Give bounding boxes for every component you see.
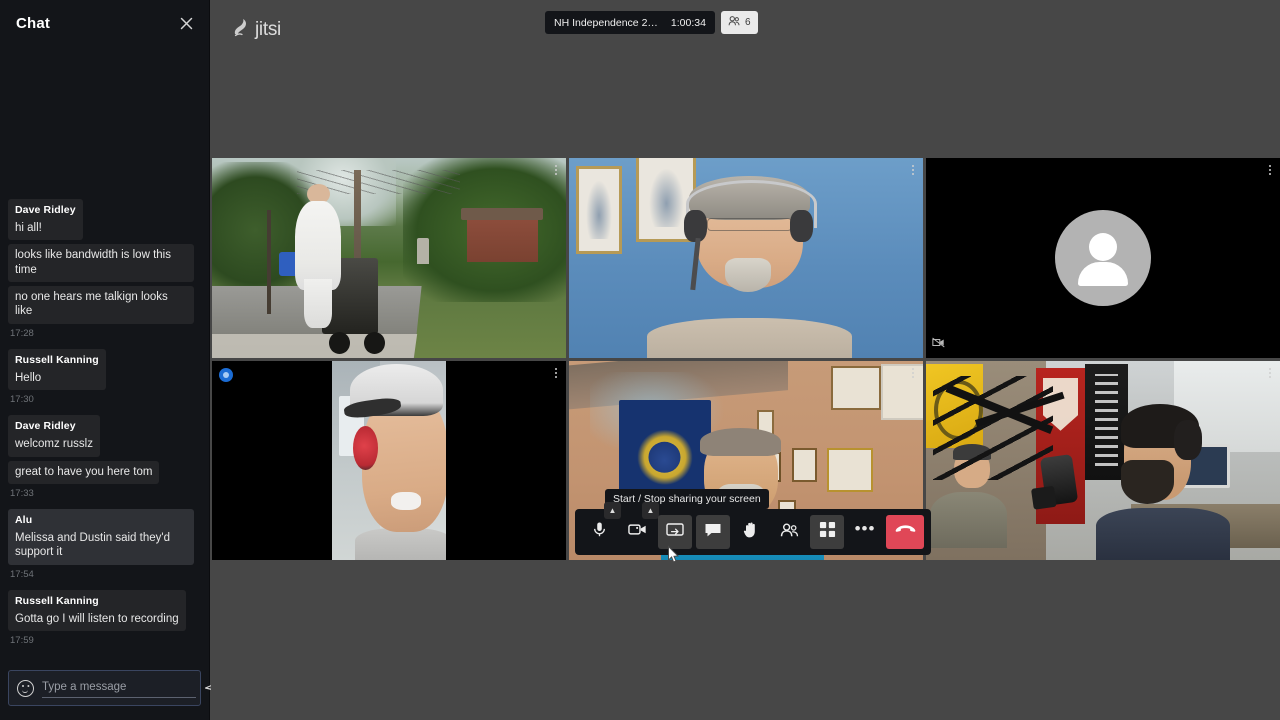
chat-message: Alu Melissa and Dustin said they'd suppor… bbox=[8, 508, 194, 565]
conference-stage: jitsi NH Independence 2… 1:00:34 6 Start… bbox=[211, 0, 1280, 720]
chat-message: no one hears me talkign looks like bbox=[8, 286, 194, 324]
raise-hand-button[interactable] bbox=[734, 515, 768, 549]
chat-message: Russell Kanning Hello bbox=[8, 348, 106, 391]
camera-off-icon bbox=[932, 335, 945, 353]
chat-input-box[interactable] bbox=[8, 670, 220, 706]
more-options-icon[interactable] bbox=[908, 163, 918, 177]
meeting-timer: 1:00:34 bbox=[670, 16, 706, 29]
chat-message-group: Russell Kanning Hello 17:30 bbox=[8, 348, 201, 408]
video-stream bbox=[212, 360, 566, 560]
chat-message-text: Gotta go I will listen to recording bbox=[15, 612, 179, 625]
chat-message-author: Dave Ridley bbox=[15, 203, 76, 216]
audio-settings-chevron-up-icon[interactable]: ▲ bbox=[604, 502, 621, 519]
chat-message: looks like bandwidth is low this time bbox=[8, 244, 194, 282]
video-stream bbox=[212, 158, 566, 358]
jitsi-brand-label: jitsi bbox=[255, 19, 281, 40]
more-options-icon[interactable] bbox=[1265, 163, 1275, 177]
emoji-icon[interactable] bbox=[17, 679, 34, 697]
chat-message-text: welcomz russlz bbox=[15, 438, 93, 451]
chat-message-author: Russell Kanning bbox=[15, 353, 99, 366]
chat-title: Chat bbox=[16, 14, 51, 32]
conference-toolbar: ▲ ▲ ••• bbox=[575, 502, 931, 555]
tile-view-icon bbox=[819, 521, 836, 543]
chat-message: great to have you here tom bbox=[8, 460, 160, 484]
hangup-icon bbox=[895, 523, 916, 541]
jitsi-meet-window: Chat Dave Ridley hi all! looks like bandwi… bbox=[0, 0, 1280, 720]
connection-indicator-icon[interactable] bbox=[219, 367, 233, 382]
jitsi-watermark[interactable]: jitsi bbox=[231, 17, 281, 43]
chat-message-timestamp: 17:59 bbox=[10, 635, 34, 646]
avatar bbox=[1055, 209, 1151, 306]
chat-message: Russell Kanning Gotta go I will listen to… bbox=[8, 589, 186, 631]
tile-road-walker[interactable] bbox=[212, 158, 566, 358]
microphone-icon bbox=[591, 521, 608, 543]
chat-message-text: great to have you here tom bbox=[15, 465, 153, 478]
tile-avatar[interactable] bbox=[926, 158, 1280, 358]
chat-message-author: Russell Kanning bbox=[15, 594, 99, 607]
video-settings-chevron-up-icon[interactable]: ▲ bbox=[642, 502, 659, 519]
video-stream bbox=[926, 360, 1280, 560]
raise-hand-icon bbox=[743, 521, 759, 544]
chat-button[interactable] bbox=[696, 515, 730, 549]
microphone-button[interactable]: ▲ bbox=[582, 502, 621, 549]
chat-message-list[interactable]: Dave Ridley hi all! looks like bandwidth i… bbox=[0, 46, 209, 662]
chat-message-text: Melissa and Dustin said they'd support i… bbox=[15, 531, 170, 559]
close-icon[interactable] bbox=[177, 14, 195, 32]
participants-count-badge[interactable]: 6 bbox=[720, 11, 758, 34]
chat-message-timestamp: 17:33 bbox=[10, 487, 34, 499]
meeting-info-pill[interactable]: NH Independence 2… 1:00:34 bbox=[545, 11, 715, 34]
camera-icon bbox=[627, 522, 647, 542]
hangup-button[interactable] bbox=[886, 515, 924, 549]
more-options-icon[interactable] bbox=[908, 366, 918, 380]
chat-message-group: Dave Ridley welcomz russlz great to have y… bbox=[8, 415, 201, 502]
chat-message-text: Hello bbox=[15, 371, 42, 384]
chat-message: Dave Ridley welcomz russlz bbox=[8, 415, 100, 457]
chat-message-group: Russell Kanning Gotta go I will listen to… bbox=[8, 589, 201, 649]
chat-message: Dave Ridley hi all! bbox=[8, 198, 83, 241]
chat-message-timestamp: 17:28 bbox=[10, 327, 34, 339]
video-stream bbox=[569, 158, 923, 358]
participants-button[interactable] bbox=[772, 515, 806, 549]
participant-avatar bbox=[926, 158, 1280, 358]
screenshare-tooltip: Start / Stop sharing your screen bbox=[605, 489, 769, 509]
chat-input-area bbox=[0, 662, 220, 720]
chat-message-input[interactable] bbox=[42, 678, 196, 698]
more-options-icon[interactable] bbox=[551, 163, 561, 177]
more-options-icon[interactable] bbox=[551, 366, 561, 380]
jitsi-logo-icon bbox=[231, 17, 251, 43]
chat-message-text: looks like bandwidth is low this time bbox=[15, 249, 171, 276]
chat-header: Chat bbox=[0, 0, 209, 46]
tile-headset-man[interactable] bbox=[569, 158, 923, 358]
screen-share-icon bbox=[666, 522, 684, 543]
chat-icon bbox=[704, 522, 722, 543]
more-options-icon[interactable] bbox=[1265, 366, 1275, 380]
screenshare-button[interactable] bbox=[658, 515, 692, 549]
tile-mobile-cap[interactable] bbox=[212, 360, 566, 560]
chat-message-text: hi all! bbox=[15, 221, 42, 234]
chat-panel: Chat Dave Ridley hi all! looks like bandwi… bbox=[0, 0, 220, 720]
camera-button[interactable]: ▲ bbox=[620, 502, 659, 549]
chat-message-group: Dave Ridley hi all! looks like bandwidth i… bbox=[8, 198, 201, 342]
chat-message-timestamp: 17:54 bbox=[10, 568, 34, 580]
tile-radio-studio[interactable] bbox=[926, 360, 1280, 560]
chat-message-author: Dave Ridley bbox=[15, 420, 76, 433]
chat-message-author: Alu bbox=[15, 513, 33, 526]
ellipsis-icon: ••• bbox=[854, 519, 876, 538]
participants-count-label: 6 bbox=[744, 17, 751, 28]
chat-message-timestamp: 17:30 bbox=[10, 394, 34, 406]
participants-icon bbox=[780, 522, 799, 543]
subject-bar: NH Independence 2… 1:00:34 6 bbox=[545, 11, 758, 34]
chat-message-text: no one hears me talkign looks like bbox=[15, 291, 168, 318]
meeting-subject: NH Independence 2… bbox=[554, 16, 658, 29]
chat-message-group: Alu Melissa and Dustin said they'd suppor… bbox=[8, 508, 201, 583]
participants-icon bbox=[728, 14, 740, 32]
more-options-button[interactable]: ••• bbox=[848, 515, 882, 549]
tile-view-button[interactable] bbox=[810, 515, 844, 549]
